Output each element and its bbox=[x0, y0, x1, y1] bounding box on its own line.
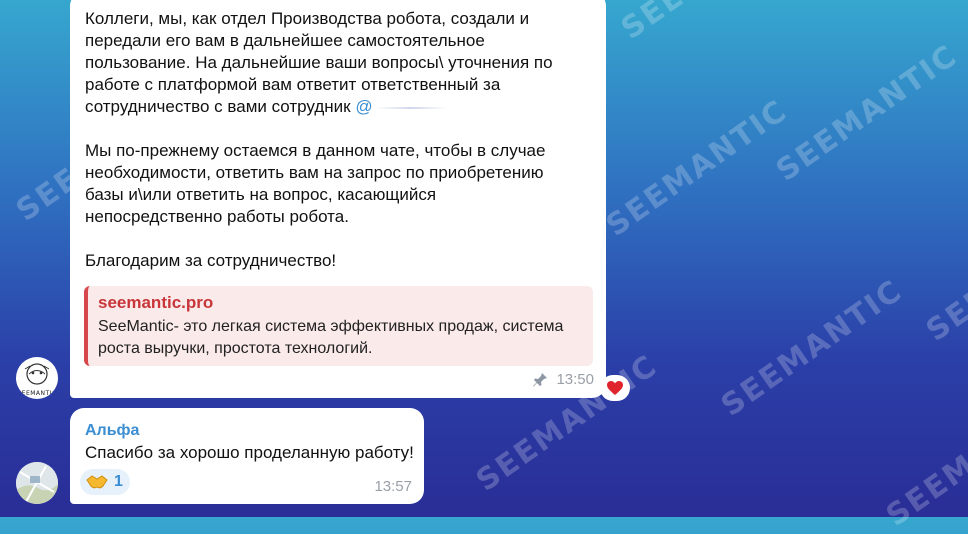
reaction-heart[interactable] bbox=[600, 375, 630, 401]
heart-icon bbox=[607, 381, 623, 395]
sender-name[interactable]: Альфа bbox=[85, 420, 139, 442]
handshake-icon bbox=[86, 475, 108, 489]
message-bubble[interactable]: Коллеги, мы, как отдел Производства робо… bbox=[70, 0, 606, 398]
link-preview-site[interactable]: seemantic.pro bbox=[98, 292, 213, 314]
map-avatar-icon bbox=[16, 462, 58, 504]
message-text: Спасибо за хорошо проделанную работу! bbox=[85, 443, 414, 462]
watermark-text: SEEMANTIC bbox=[880, 383, 968, 534]
pin-icon bbox=[533, 373, 548, 387]
reaction-count: 1 bbox=[114, 473, 123, 490]
message-meta: 13:50 bbox=[532, 369, 594, 391]
message-time: 13:50 bbox=[556, 371, 594, 388]
watermark-text: SEEMANTIC bbox=[715, 273, 910, 424]
avatar[interactable]: SEEMANTIC bbox=[16, 357, 58, 399]
avatar[interactable] bbox=[16, 462, 58, 504]
message-text-part: Коллеги, мы, как отдел Производства робо… bbox=[85, 9, 553, 116]
message-text-part: Мы по-прежнему остаемся в данном чате, ч… bbox=[85, 141, 546, 270]
message-time: 13:57 bbox=[374, 478, 412, 495]
link-preview[interactable]: seemantic.pro SeeMantic- это легкая сист… bbox=[84, 286, 593, 366]
message-text: Коллеги, мы, как отдел Производства робо… bbox=[85, 8, 595, 272]
mention-text: @ bbox=[355, 97, 373, 116]
mention-link[interactable]: @ bbox=[355, 97, 447, 116]
watermark-text: SEEMANTIC bbox=[615, 0, 809, 47]
reaction-handshake[interactable]: 1 bbox=[80, 469, 130, 495]
message-bubble[interactable]: Альфа Спасибо за хорошо проделанную рабо… bbox=[70, 408, 424, 504]
watermark-text: SEEMANTIC bbox=[600, 93, 795, 244]
avatar-caption: SEEMANTIC bbox=[17, 390, 57, 397]
watermark-text: SEEMANTIC bbox=[770, 38, 965, 189]
link-preview-description: SeeMantic- это легкая система эффективны… bbox=[98, 318, 564, 357]
mention-redacted bbox=[374, 106, 447, 109]
watermark-text: SEEMANTIC bbox=[920, 198, 968, 349]
